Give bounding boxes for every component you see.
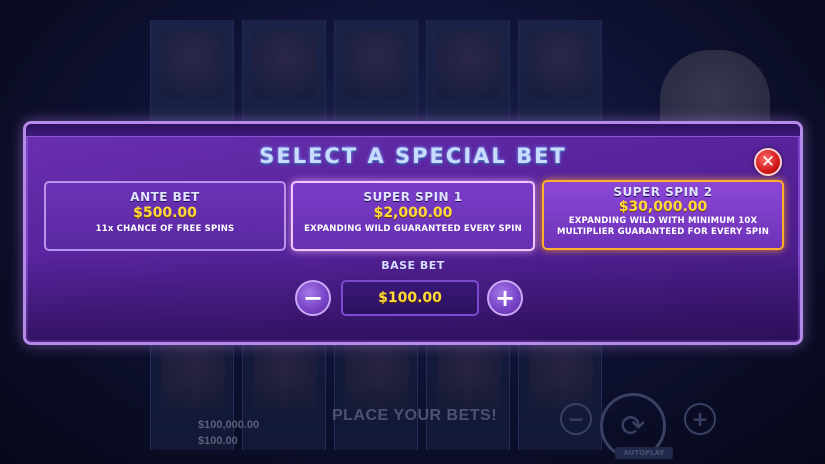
- option-price: $500.00: [133, 205, 197, 221]
- increase-bet-button[interactable]: +: [487, 280, 523, 316]
- minus-icon: −: [567, 407, 585, 431]
- bg-minus-button[interactable]: −: [560, 403, 592, 435]
- plus-icon: +: [494, 284, 516, 312]
- credit-row: $100,000.00: [150, 419, 259, 431]
- option-description: EXPANDING WILD GUARANTEED EVERY SPIN: [304, 224, 522, 234]
- bottom-bar: $100,000.00 $100.00 PLACE YOUR BETS! − ⟳…: [0, 393, 825, 464]
- place-bets-text: PLACE YOUR BETS!: [332, 407, 498, 424]
- game-screen: $100,000.00 $100.00 PLACE YOUR BETS! − ⟳…: [0, 0, 825, 464]
- option-price: $30,000.00: [618, 199, 708, 215]
- decrease-bet-button[interactable]: −: [295, 280, 331, 316]
- reel-symbol: [529, 30, 593, 100]
- spin-icon: ⟳: [620, 408, 646, 444]
- bg-plus-button[interactable]: +: [684, 403, 716, 435]
- option-price: $2,000.00: [373, 205, 453, 221]
- bet-value: $100.00: [198, 435, 238, 447]
- super-spin-2-option[interactable]: SUPER SPIN 2 $30,000.00 EXPANDING WILD W…: [542, 180, 784, 250]
- option-title: SUPER SPIN 1: [363, 190, 463, 204]
- modal-top-strip: [26, 124, 800, 137]
- option-description-line-1: EXPANDING WILD WITH MINIMUM 10X: [568, 216, 758, 226]
- plus-icon: +: [691, 407, 709, 431]
- close-icon: ✕: [760, 152, 776, 172]
- base-bet-value: $100.00: [341, 280, 479, 316]
- special-bet-modal: SELECT A SPECIAL BET ✕ ANTE BET $500.00 …: [23, 121, 803, 345]
- reel-symbol: [161, 30, 225, 100]
- option-title: ANTE BET: [130, 190, 200, 204]
- option-description: 11x CHANCE OF FREE SPINS: [95, 224, 235, 234]
- minus-icon: −: [302, 284, 324, 312]
- close-button[interactable]: ✕: [754, 148, 782, 176]
- reel-symbol: [437, 30, 501, 100]
- option-title: SUPER SPIN 2: [613, 185, 713, 199]
- credit-value: $100,000.00: [198, 419, 260, 431]
- reel-symbol: [253, 30, 317, 100]
- modal-title: SELECT A SPECIAL BET: [259, 144, 567, 168]
- base-bet-label: BASE BET: [381, 259, 445, 272]
- bet-row: $100.00: [150, 435, 238, 447]
- reel-symbol: [345, 30, 409, 100]
- option-description-line-2: MULTIPLIER GUARANTEED FOR EVERY SPIN: [556, 227, 770, 237]
- autoplay-button[interactable]: AUTOPLAY: [615, 447, 673, 459]
- super-spin-1-option[interactable]: SUPER SPIN 1 $2,000.00 EXPANDING WILD GU…: [291, 181, 535, 251]
- base-bet-amount: $100.00: [378, 290, 442, 306]
- ante-bet-option[interactable]: ANTE BET $500.00 11x CHANCE OF FREE SPIN…: [44, 181, 286, 251]
